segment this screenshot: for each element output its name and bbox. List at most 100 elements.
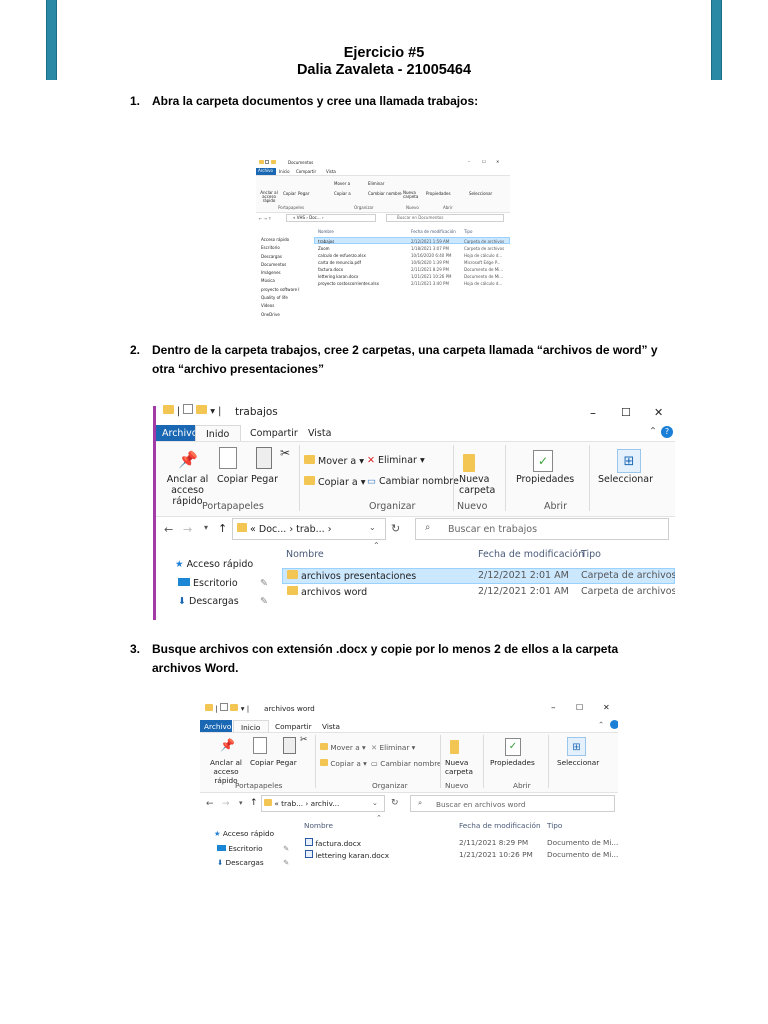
tab-archivo[interactable]: Archivo xyxy=(156,425,198,441)
close-button[interactable]: ✕ xyxy=(654,406,663,419)
rename-button[interactable]: Cambiar nombre xyxy=(368,191,402,196)
file-name[interactable]: carta de renuncia.pdf xyxy=(318,259,379,266)
forward-icon[interactable]: → xyxy=(222,799,230,809)
tab-compartir[interactable]: Compartir xyxy=(250,428,298,439)
nav-item[interactable]: Escritorio xyxy=(261,244,300,252)
move-to-button[interactable]: Mover a xyxy=(334,181,350,186)
addr-doc[interactable]: Doc... xyxy=(259,524,286,535)
minimize-button[interactable]: – xyxy=(590,406,596,420)
quick-access-toolbar[interactable]: | ▾ | xyxy=(205,703,249,713)
col-type[interactable]: Tipo xyxy=(581,549,601,560)
move-to-button[interactable]: Mover a ▾ xyxy=(304,455,364,467)
paste-button[interactable]: Pegar xyxy=(276,758,297,767)
tab-archivo[interactable]: Archivo xyxy=(256,168,276,175)
file-name[interactable]: lettering karan.docx xyxy=(318,273,379,280)
file-name[interactable]: Zoom xyxy=(318,245,379,252)
col-date[interactable]: Fecha de modificación xyxy=(459,821,541,830)
ribbon-collapse-chevron[interactable]: ⌃ xyxy=(649,426,657,437)
tab-archivo[interactable]: Archivo xyxy=(200,720,232,732)
nav-item[interactable]: Imágenes xyxy=(261,269,300,277)
col-date[interactable]: Fecha de modificación xyxy=(478,549,584,560)
forward-icon[interactable]: → xyxy=(183,523,192,536)
col-type[interactable]: Tipo xyxy=(464,229,472,234)
help-icon[interactable] xyxy=(610,720,618,729)
maximize-button[interactable]: ☐ xyxy=(621,406,631,419)
pin-button[interactable]: Anclar al acceso rápido xyxy=(258,191,280,203)
delete-button[interactable]: Eliminar xyxy=(368,181,384,186)
up-icon[interactable]: ↑ xyxy=(218,522,227,535)
file-row[interactable]: factura.docx xyxy=(305,838,361,848)
col-date[interactable]: Fecha de modificación xyxy=(411,229,456,234)
copy-to-button[interactable]: Copiar a ▾ xyxy=(304,476,366,488)
delete-button[interactable]: ✕ Eliminar ▾ xyxy=(367,455,425,466)
nav-downloads[interactable]: ⬇ Descargas ✎ xyxy=(217,858,289,867)
close-button[interactable]: ✕ xyxy=(603,703,610,712)
address-bar[interactable]: « VHS › Doc... › xyxy=(286,214,376,222)
up-icon[interactable]: ↑ xyxy=(250,798,258,808)
tab-vista[interactable]: Vista xyxy=(322,722,340,731)
move-to-button[interactable]: Mover a ▾ xyxy=(320,743,366,752)
copy-button[interactable]: Copiar xyxy=(250,758,274,767)
file-row[interactable]: archivos word xyxy=(287,586,367,598)
file-name[interactable]: trabajos xyxy=(318,238,379,245)
addr-archiv[interactable]: archiv... xyxy=(311,799,340,808)
new-folder-button[interactable]: Nueva carpeta xyxy=(459,474,499,496)
col-name[interactable]: Nombre xyxy=(304,821,333,830)
addr-trab[interactable]: trab... xyxy=(281,799,303,808)
nav-downloads[interactable]: ⬇ Descargas ✎ xyxy=(178,596,268,607)
ribbon-collapse-chevron[interactable]: ⌃ xyxy=(598,720,604,729)
tab-compartir[interactable]: Compartir xyxy=(296,169,316,174)
select-button[interactable]: Seleccionar xyxy=(469,191,492,196)
rename-button[interactable]: ▭ Cambiar nombre xyxy=(367,476,459,487)
tab-inicio[interactable]: Inicio xyxy=(279,169,290,174)
nav-item[interactable]: OneDrive xyxy=(261,311,300,319)
copy-to-button[interactable]: Copiar a xyxy=(334,191,351,196)
recent-dropdown-icon[interactable]: ▾ xyxy=(204,523,208,532)
minimize-button[interactable]: – xyxy=(551,703,556,713)
delete-button[interactable]: ✕ Eliminar ▾ xyxy=(371,743,415,752)
back-icon[interactable]: ← xyxy=(164,523,173,536)
select-button[interactable]: Seleccionar xyxy=(557,758,599,767)
address-dropdown-icon[interactable]: ⌄ xyxy=(372,799,378,807)
maximize-button[interactable]: ☐ xyxy=(576,703,583,712)
copy-button[interactable]: Copiar xyxy=(283,191,296,196)
nav-item[interactable]: Acceso rápido xyxy=(261,236,300,244)
paste-button[interactable]: Pegar xyxy=(251,474,278,485)
tab-compartir[interactable]: Compartir xyxy=(275,722,312,731)
nav-desktop[interactable]: Escritorio ✎ xyxy=(217,844,289,853)
address-dropdown-icon[interactable]: ⌄ xyxy=(369,523,376,532)
nav-item[interactable]: proyecto software I xyxy=(261,286,300,294)
tab-vista[interactable]: Vista xyxy=(308,428,331,439)
nav-item[interactable]: Quality of life xyxy=(261,294,300,302)
nav-arrows[interactable]: ← → ↑ xyxy=(259,216,272,221)
tab-inicio[interactable]: Inido xyxy=(195,425,241,441)
nav-desktop[interactable]: Escritorio ✎ xyxy=(178,578,268,589)
file-row[interactable]: lettering karan.docx xyxy=(305,850,389,860)
close-button[interactable]: ✕ xyxy=(496,159,499,164)
col-name[interactable]: Nombre xyxy=(286,549,324,560)
properties-button[interactable]: Propiedades xyxy=(490,758,535,767)
nav-quick-access[interactable]: ★ Acceso rápido xyxy=(175,559,253,570)
quick-access-toolbar[interactable]: | ▾ | xyxy=(163,404,221,417)
new-folder-button[interactable]: Nueva carpeta xyxy=(403,191,419,199)
search-input[interactable]: Buscar en Documentos xyxy=(386,214,504,222)
recent-dropdown-icon[interactable]: ▾ xyxy=(239,799,243,807)
file-name[interactable]: calculo de esfuerzo.xlsx xyxy=(318,252,379,259)
file-name[interactable]: factura.docx xyxy=(318,266,379,273)
back-icon[interactable]: ← xyxy=(206,799,214,809)
refresh-icon[interactable]: ↻ xyxy=(391,798,399,808)
nav-item[interactable]: Videos xyxy=(261,302,300,310)
help-icon[interactable]: ? xyxy=(661,426,673,438)
new-folder-button[interactable]: Nueva carpeta xyxy=(445,758,475,776)
properties-button[interactable]: Propiedades xyxy=(516,474,574,485)
col-type[interactable]: Tipo xyxy=(547,821,562,830)
refresh-icon[interactable]: ↻ xyxy=(391,522,400,535)
addr-trab[interactable]: trab... xyxy=(296,524,325,535)
tab-vista[interactable]: Vista xyxy=(326,169,336,174)
copy-button[interactable]: Copiar xyxy=(217,474,248,485)
minimize-button[interactable]: – xyxy=(468,159,470,164)
paste-button[interactable]: Pegar xyxy=(298,191,309,196)
rename-button[interactable]: ▭ Cambiar nombre xyxy=(371,759,442,768)
maximize-button[interactable]: ☐ xyxy=(482,159,486,164)
select-button[interactable]: Seleccionar xyxy=(598,474,653,485)
